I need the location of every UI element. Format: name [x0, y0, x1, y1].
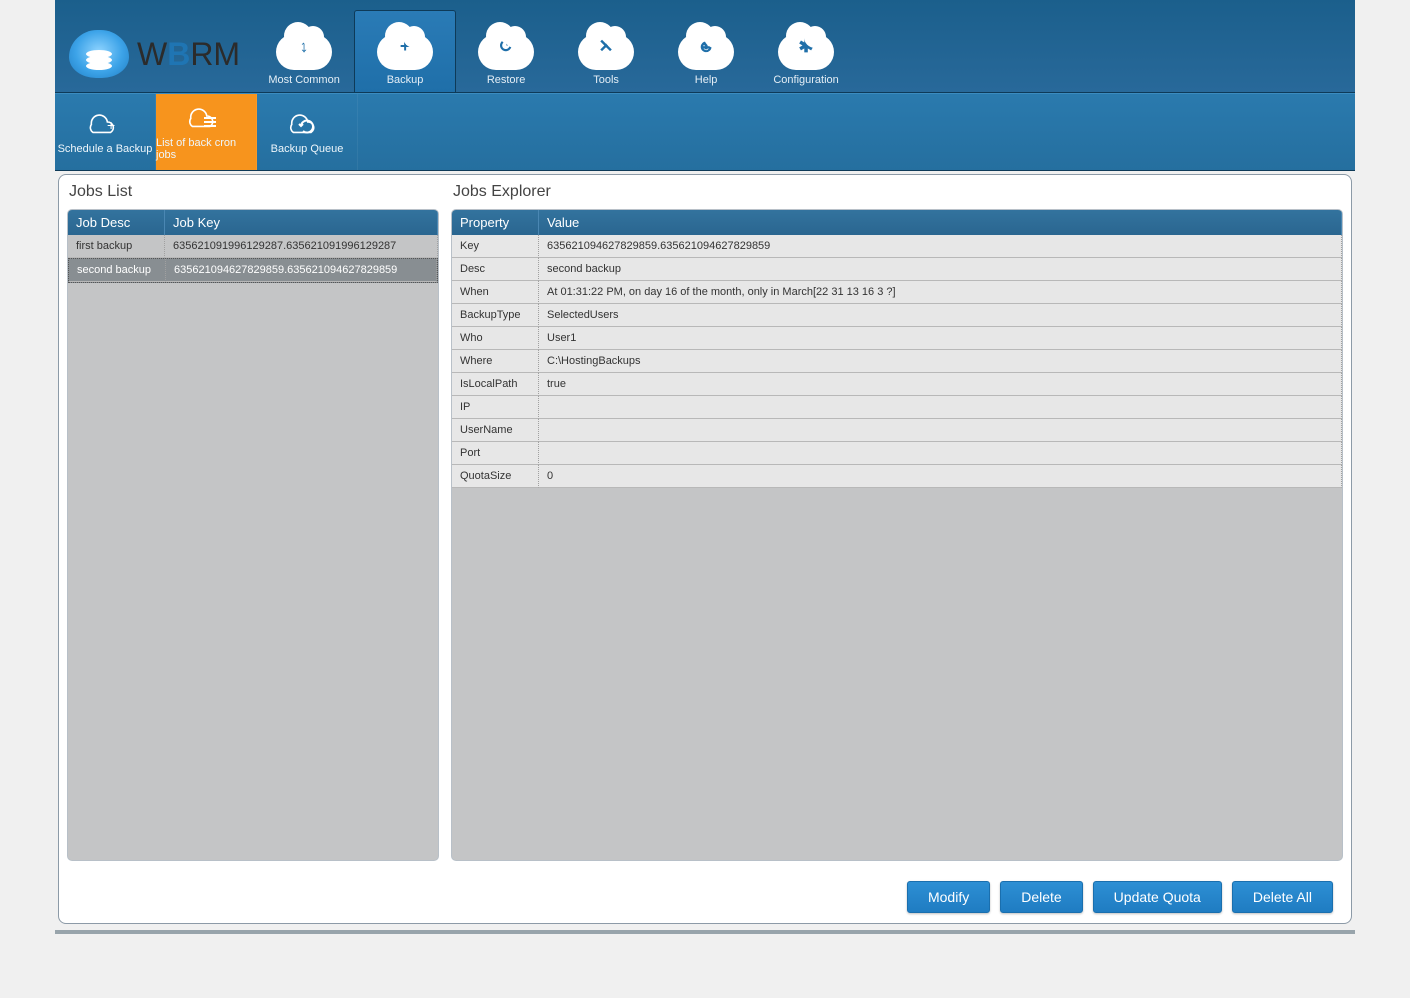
jobs-list-title: Jobs List [69, 183, 439, 201]
content-panel: Jobs List Job Desc Job Key first backup6… [58, 174, 1352, 924]
property-name-cell: IP [452, 396, 539, 419]
property-name-cell: When [452, 281, 539, 304]
topnav-label: Restore [487, 74, 526, 86]
property-value-cell: second backup [539, 258, 1342, 281]
property-name-cell: BackupType [452, 304, 539, 327]
sub-navbar: + Schedule a BackupList of back cron jobs… [55, 93, 1355, 171]
jobs-list-pane: Jobs List Job Desc Job Key first backup6… [67, 183, 439, 861]
property-value-cell: 0 [539, 465, 1342, 488]
topnav-backup[interactable]: + Backup [354, 10, 456, 92]
delete-button[interactable]: Delete [1000, 881, 1082, 913]
cloud-icon: ↕ [276, 34, 332, 70]
cloud-icon: ☻ [678, 34, 734, 70]
jobs-list-grid[interactable]: Job Desc Job Key first backup63562109199… [67, 209, 439, 861]
topnav-restore[interactable]: ↺ Restore [456, 11, 556, 92]
property-value-cell: SelectedUsers [539, 304, 1342, 327]
property-value-cell [539, 442, 1342, 465]
property-row[interactable]: WhereC:\HostingBackups [452, 350, 1342, 373]
subnav-icon [184, 103, 228, 133]
col-header-value[interactable]: Value [539, 210, 1342, 235]
subnav-backup-queue[interactable]: Backup Queue [257, 94, 358, 170]
subnav-icon [285, 109, 329, 139]
property-name-cell: Where [452, 350, 539, 373]
property-row[interactable]: QuotaSize0 [452, 465, 1342, 488]
jobs-explorer-grid[interactable]: Property Value Key635621094627829859.635… [451, 209, 1343, 861]
topnav-most-common[interactable]: ↕ Most Common [254, 11, 354, 92]
jobs-list-row[interactable]: second backup635621094627829859.63562109… [68, 258, 438, 283]
property-value-cell [539, 419, 1342, 442]
cloud-icon: ✕ [578, 34, 634, 70]
cloud-stack-icon [69, 30, 129, 78]
cloud-icon: ↺ [478, 34, 534, 70]
property-value-cell: true [539, 373, 1342, 396]
property-value-cell: C:\HostingBackups [539, 350, 1342, 373]
property-row[interactable]: IP [452, 396, 1342, 419]
job-key-cell: 635621091996129287.635621091996129287 [165, 235, 438, 258]
property-value-cell: 635621094627829859.635621094627829859 [539, 235, 1342, 258]
property-row[interactable]: UserName [452, 419, 1342, 442]
update-quota-button[interactable]: Update Quota [1093, 881, 1222, 913]
property-value-cell [539, 396, 1342, 419]
property-row[interactable]: WhoUser1 [452, 327, 1342, 350]
subnav-label: Schedule a Backup [58, 143, 153, 155]
property-value-cell: At 01:31:22 PM, on day 16 of the month, … [539, 281, 1342, 304]
cloud-icon: + [377, 34, 433, 70]
topnav-configuration[interactable]: ✱ Configuration [756, 11, 856, 92]
property-name-cell: Desc [452, 258, 539, 281]
property-row[interactable]: WhenAt 01:31:22 PM, on day 16 of the mon… [452, 281, 1342, 304]
subnav-schedule-a-backup[interactable]: + Schedule a Backup [55, 94, 156, 170]
property-name-cell: IsLocalPath [452, 373, 539, 396]
top-navbar: WBRM ↕ Most Common + Backup ↺ Restore ✕ Tools ☻ H… [55, 0, 1355, 93]
topnav-label: Most Common [268, 74, 340, 86]
property-name-cell: Port [452, 442, 539, 465]
modify-button[interactable]: Modify [907, 881, 990, 913]
job-key-cell: 635621094627829859.635621094627829859 [166, 259, 437, 282]
subnav-label: List of back cron jobs [156, 137, 256, 161]
cloud-icon: ✱ [778, 34, 834, 70]
property-name-cell: Who [452, 327, 539, 350]
job-desc-cell: second backup [69, 259, 166, 282]
delete-all-button[interactable]: Delete All [1232, 881, 1333, 913]
topnav-label: Configuration [773, 74, 838, 86]
property-row[interactable]: BackupTypeSelectedUsers [452, 304, 1342, 327]
topnav-label: Backup [387, 74, 424, 86]
brand-text: WBRM [137, 36, 240, 73]
property-row[interactable]: Port [452, 442, 1342, 465]
topnav-help[interactable]: ☻ Help [656, 11, 756, 92]
col-header-desc[interactable]: Job Desc [68, 210, 165, 235]
subnav-icon: + [83, 109, 127, 139]
property-row[interactable]: IsLocalPathtrue [452, 373, 1342, 396]
col-header-key[interactable]: Job Key [165, 210, 438, 235]
property-name-cell: Key [452, 235, 539, 258]
subnav-list-of-back-cron-jobs[interactable]: List of back cron jobs [156, 94, 257, 170]
jobs-explorer-title: Jobs Explorer [453, 183, 1343, 201]
property-row[interactable]: Key635621094627829859.635621094627829859 [452, 235, 1342, 258]
property-value-cell: User1 [539, 327, 1342, 350]
jobs-explorer-pane: Jobs Explorer Property Value Key63562109… [451, 183, 1343, 861]
topnav-label: Help [695, 74, 718, 86]
topnav-label: Tools [593, 74, 619, 86]
action-button-bar: Modify Delete Update Quota Delete All [907, 881, 1333, 913]
footer-divider [55, 930, 1355, 934]
svg-text:+: + [107, 117, 115, 133]
property-name-cell: UserName [452, 419, 539, 442]
brand-logo: WBRM [55, 30, 254, 92]
property-name-cell: QuotaSize [452, 465, 539, 488]
topnav-tools[interactable]: ✕ Tools [556, 11, 656, 92]
property-row[interactable]: Descsecond backup [452, 258, 1342, 281]
jobs-list-row[interactable]: first backup635621091996129287.635621091… [68, 235, 438, 258]
job-desc-cell: first backup [68, 235, 165, 258]
subnav-label: Backup Queue [271, 143, 344, 155]
col-header-property[interactable]: Property [452, 210, 539, 235]
